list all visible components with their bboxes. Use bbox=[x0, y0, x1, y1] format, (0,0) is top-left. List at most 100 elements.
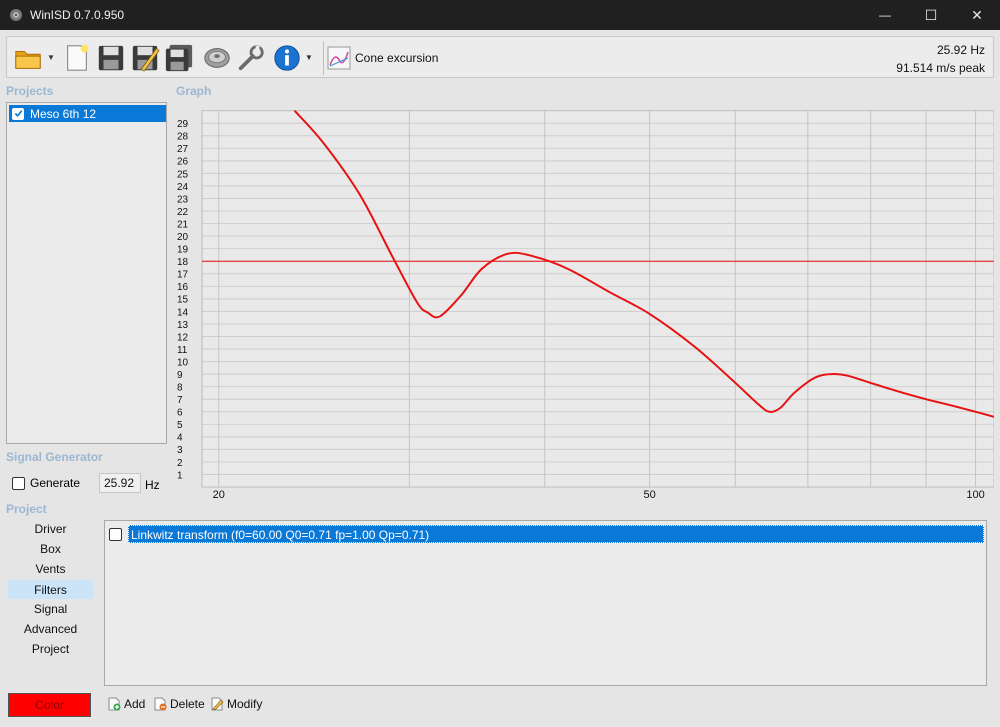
project-item-label: Meso 6th 12 bbox=[30, 106, 97, 121]
y-tick-label: 21 bbox=[177, 220, 188, 231]
add-button[interactable]: Add bbox=[107, 695, 145, 713]
toolbar: ▼ ▼ Cone excursion 25.92 Hz 91.514 m/s p… bbox=[6, 36, 994, 78]
y-tick-label: 12 bbox=[177, 332, 188, 343]
readout-value: 91.514 m/s peak bbox=[896, 61, 985, 75]
open-dropdown-icon[interactable]: ▼ bbox=[47, 53, 55, 63]
nav-signal[interactable]: Signal bbox=[8, 600, 93, 619]
y-tick-label: 15 bbox=[177, 295, 189, 306]
y-tick-label: 10 bbox=[177, 358, 189, 369]
filter-item-label: Linkwitz transform (f0=60.00 Q0=0.71 fp=… bbox=[128, 525, 984, 543]
graph-view-label: Cone excursion bbox=[355, 51, 439, 65]
minimize-icon: — bbox=[879, 8, 891, 22]
nav-driver[interactable]: Driver bbox=[8, 520, 93, 539]
info-dropdown-icon[interactable]: ▼ bbox=[305, 53, 313, 63]
save-all-icon bbox=[165, 44, 193, 72]
y-tick-label: 2 bbox=[177, 458, 183, 469]
save-button[interactable] bbox=[95, 42, 127, 74]
graph-title: Graph bbox=[176, 84, 212, 98]
modify-button[interactable]: Modify bbox=[210, 695, 262, 713]
checkmark-icon bbox=[14, 110, 22, 117]
generate-label: Generate bbox=[30, 476, 81, 490]
y-tick-label: 14 bbox=[177, 307, 189, 318]
maximize-icon: ☐ bbox=[924, 6, 938, 23]
close-button[interactable]: ✕ bbox=[954, 0, 1000, 30]
y-tick-label: 19 bbox=[177, 245, 188, 256]
close-icon: ✕ bbox=[971, 6, 983, 23]
project-item[interactable]: Meso 6th 12 bbox=[9, 105, 166, 122]
graph-icon bbox=[327, 46, 351, 70]
x-tick-label: 100 bbox=[966, 489, 984, 501]
y-tick-label: 17 bbox=[177, 270, 188, 281]
nav-vents[interactable]: Vents bbox=[8, 560, 93, 579]
title-bar: WinISD 0.7.0.950 — ☐ ✕ bbox=[0, 0, 1000, 30]
add-label: Add bbox=[124, 697, 146, 711]
y-tick-label: 11 bbox=[177, 345, 187, 356]
y-tick-label: 23 bbox=[177, 195, 189, 206]
add-icon bbox=[108, 697, 121, 711]
delete-icon bbox=[154, 697, 167, 711]
generate-checkbox-box[interactable] bbox=[12, 476, 25, 490]
save-as-icon bbox=[132, 45, 160, 72]
driver-editor-button[interactable] bbox=[201, 42, 233, 74]
nav-filters[interactable]: Filters bbox=[8, 580, 93, 599]
tools-button[interactable] bbox=[235, 42, 267, 74]
filter-checkbox[interactable] bbox=[109, 527, 122, 541]
y-tick-label: 3 bbox=[177, 445, 183, 456]
open-button[interactable] bbox=[12, 42, 44, 74]
filter-item[interactable]: Linkwitz transform (f0=60.00 Q0=0.71 fp=… bbox=[107, 525, 984, 543]
save-all-button[interactable] bbox=[163, 42, 195, 74]
project-section-title: Project bbox=[6, 502, 47, 516]
projects-title: Projects bbox=[6, 84, 54, 98]
y-tick-label: 28 bbox=[177, 132, 189, 143]
y-tick-label: 22 bbox=[177, 207, 188, 218]
y-tick-label: 24 bbox=[177, 182, 189, 193]
open-folder-icon bbox=[15, 50, 41, 69]
y-tick-label: 27 bbox=[177, 144, 188, 155]
nav-box[interactable]: Box bbox=[8, 540, 93, 559]
maximize-button[interactable]: ☐ bbox=[908, 0, 954, 30]
delete-button[interactable]: Delete bbox=[153, 695, 205, 713]
modify-label: Modify bbox=[227, 697, 263, 711]
readout-frequency: 25.92 Hz bbox=[936, 43, 985, 57]
save-as-button[interactable] bbox=[129, 42, 161, 74]
x-tick-label: 20 bbox=[213, 489, 225, 501]
signal-generator-title: Signal Generator bbox=[6, 450, 103, 464]
y-tick-label: 16 bbox=[177, 282, 189, 293]
color-button[interactable]: Color bbox=[8, 693, 91, 717]
window-title: WinISD 0.7.0.950 bbox=[30, 8, 125, 22]
info-icon bbox=[274, 45, 300, 71]
filters-list[interactable]: Linkwitz transform (f0=60.00 Q0=0.71 fp=… bbox=[104, 520, 987, 686]
tools-icon bbox=[238, 45, 264, 71]
y-tick-label: 13 bbox=[177, 320, 189, 331]
y-tick-label: 29 bbox=[177, 119, 188, 130]
modify-icon bbox=[211, 697, 224, 711]
plot-group: 1234567891011121314151617181920212223242… bbox=[177, 110, 994, 488]
y-tick-label: 9 bbox=[177, 370, 183, 381]
y-tick-label: 20 bbox=[177, 232, 189, 243]
nav-project[interactable]: Project bbox=[8, 640, 93, 659]
project-checkbox[interactable] bbox=[12, 107, 24, 120]
new-project-button[interactable] bbox=[61, 42, 93, 74]
y-tick-label: 8 bbox=[177, 383, 183, 394]
y-tick-label: 6 bbox=[177, 408, 183, 419]
y-tick-label: 18 bbox=[177, 257, 189, 268]
cone-excursion-chart[interactable]: 1234567891011121314151617181920212223242… bbox=[173, 102, 994, 502]
cursor-readout: 25.92 Hz 91.514 m/s peak bbox=[896, 41, 985, 77]
projects-list[interactable]: Meso 6th 12 bbox=[6, 102, 167, 444]
graph-view-selector[interactable]: Cone excursion bbox=[327, 44, 438, 72]
main-window: ▼ ▼ Cone excursion 25.92 Hz 91.514 m/s p… bbox=[0, 30, 1000, 727]
y-tick-label: 7 bbox=[177, 395, 183, 406]
y-tick-label: 5 bbox=[177, 420, 183, 431]
frequency-input[interactable] bbox=[99, 473, 141, 493]
nav-advanced[interactable]: Advanced bbox=[8, 620, 93, 639]
save-icon bbox=[98, 45, 124, 71]
delete-label: Delete bbox=[170, 697, 205, 711]
generate-checkbox[interactable]: Generate bbox=[12, 476, 80, 490]
driver-icon bbox=[204, 48, 230, 68]
y-tick-label: 1 bbox=[177, 470, 183, 481]
toolbar-separator bbox=[323, 41, 324, 75]
info-button[interactable] bbox=[271, 42, 303, 74]
new-document-icon bbox=[67, 44, 89, 71]
y-tick-label: 4 bbox=[177, 433, 183, 444]
minimize-button[interactable]: — bbox=[862, 0, 908, 30]
